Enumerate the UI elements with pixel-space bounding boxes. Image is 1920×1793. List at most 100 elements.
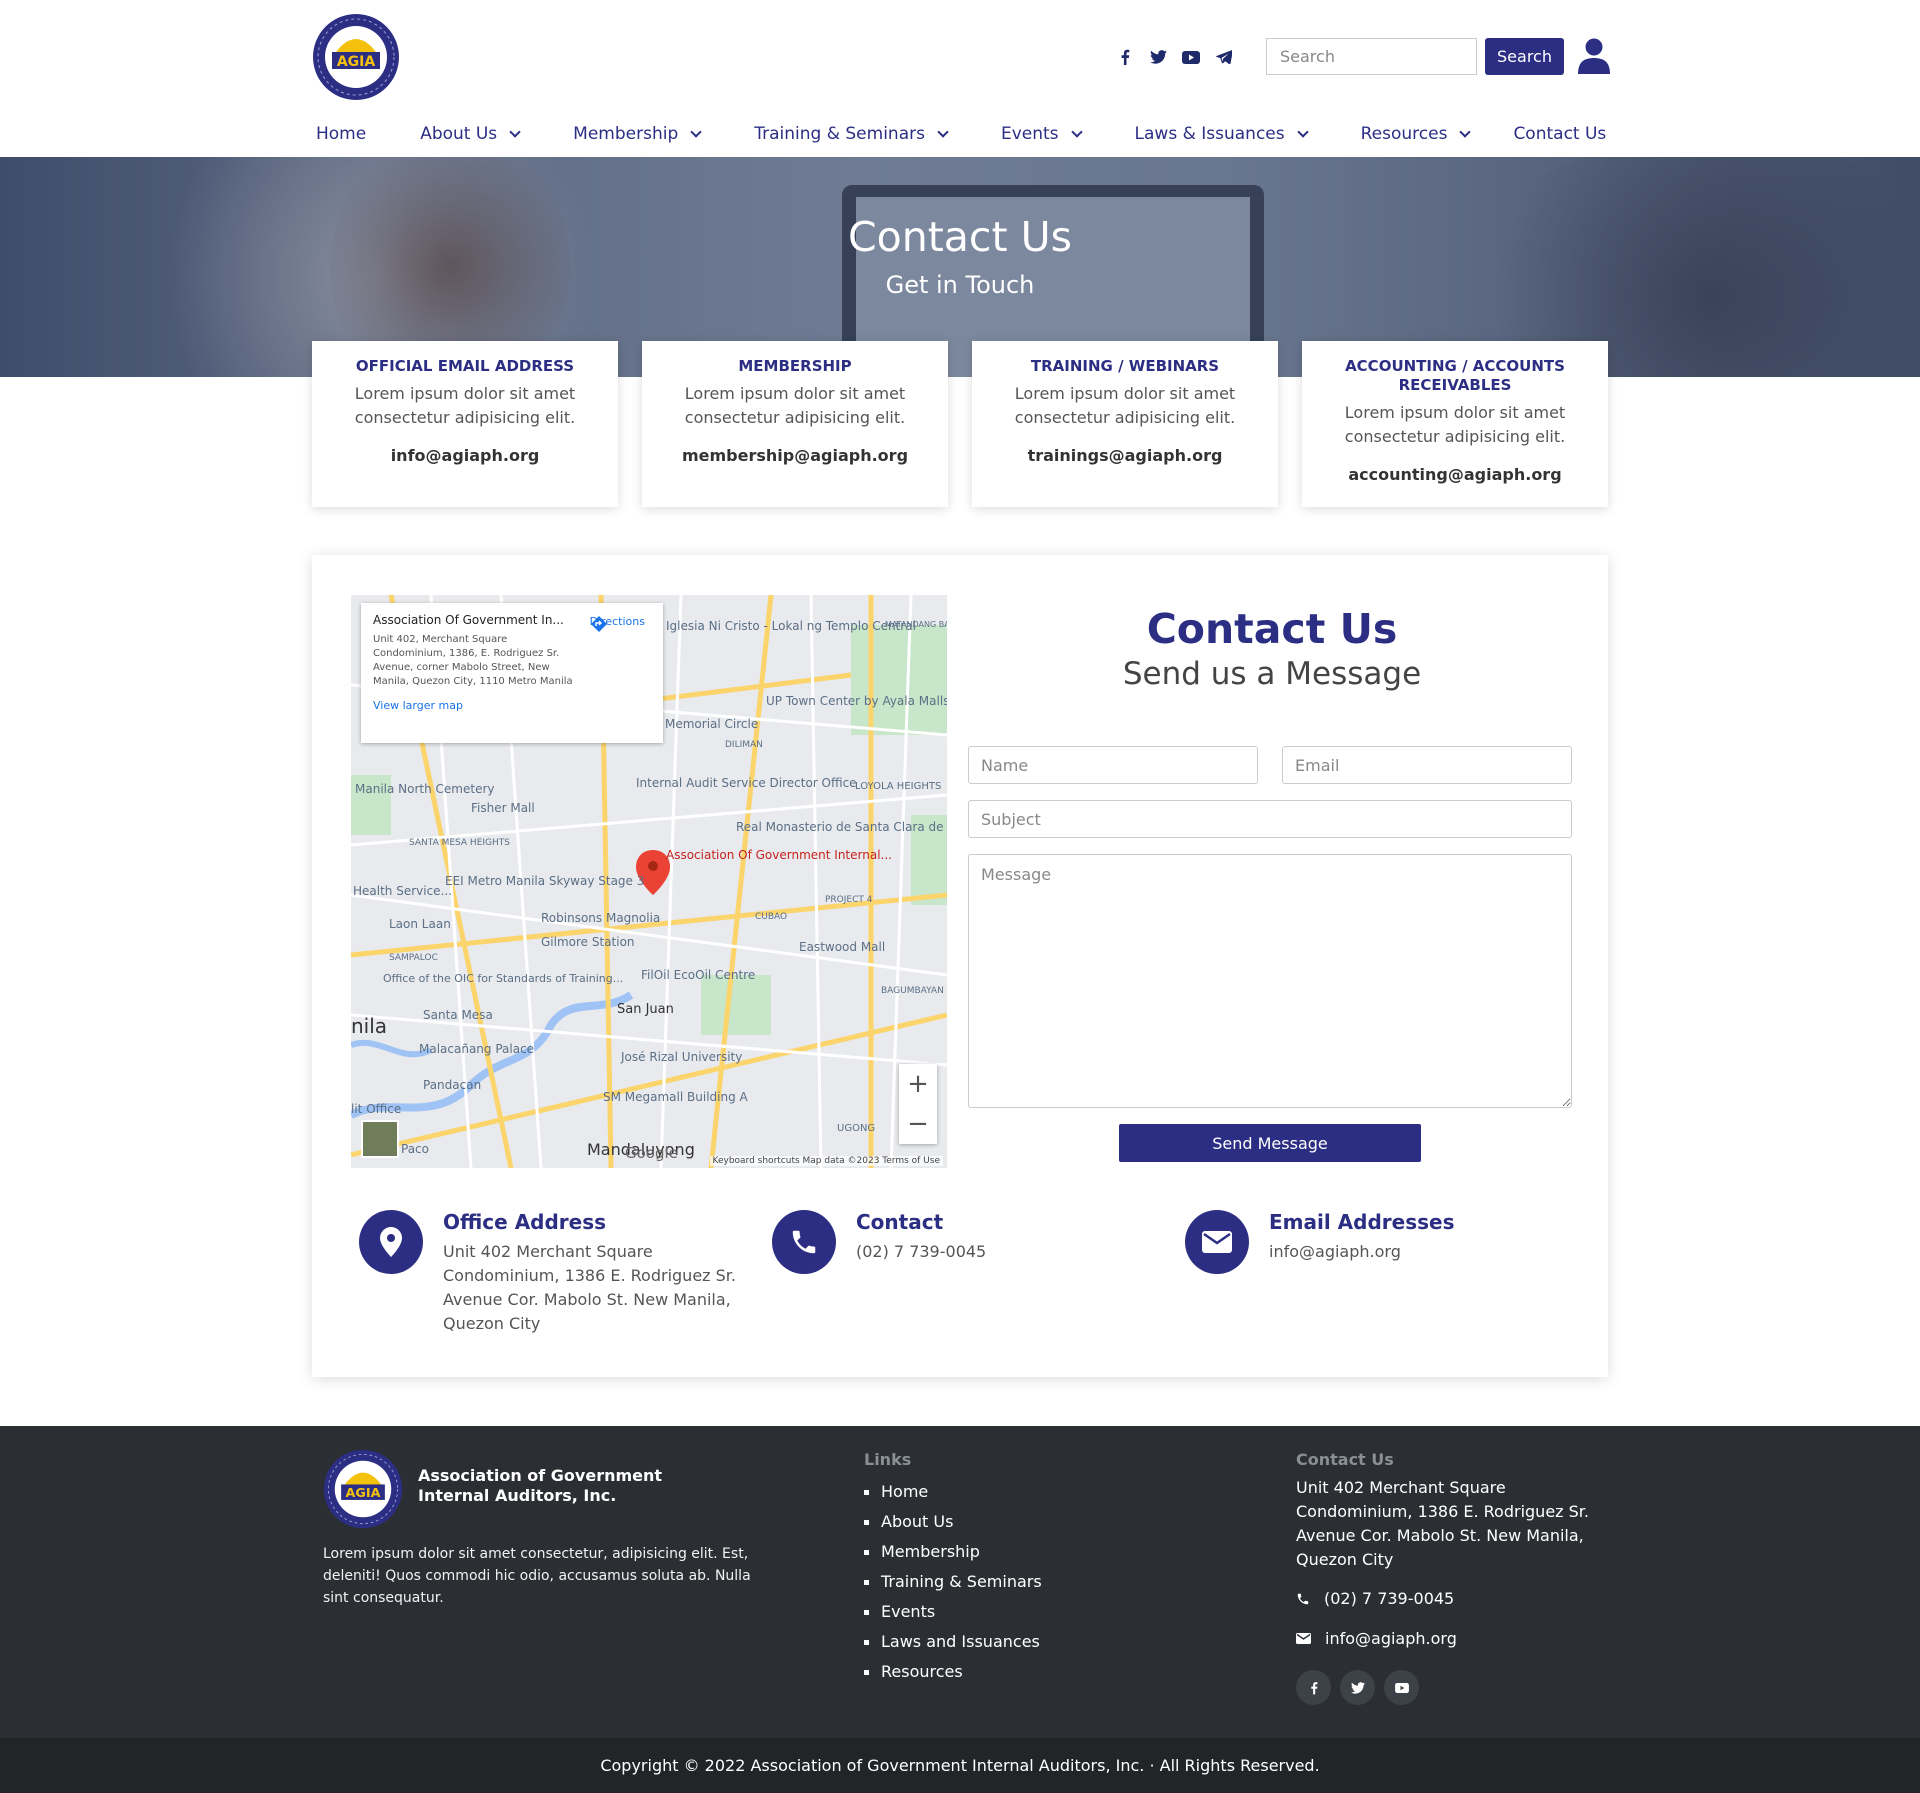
agia-logo[interactable]: AGIA xyxy=(311,12,401,102)
header-social-links xyxy=(1115,47,1234,67)
card-text: Lorem ipsum dolor sit amet consectetur a… xyxy=(354,384,576,427)
hero-title: Contact Us xyxy=(848,213,1072,261)
map-label: Real Monasterio de Santa Clara de Manila xyxy=(736,820,947,834)
map-place-address: Unit 402, Merchant Square Condominium, 1… xyxy=(373,634,573,687)
hero-subtitle: Get in Touch xyxy=(885,271,1035,299)
email-card-training: TRAINING / WEBINARS Lorem ipsum dolor si… xyxy=(972,341,1278,507)
map-label: Laon Laan xyxy=(389,917,451,931)
map-label: Robinsons Magnolia xyxy=(541,911,660,925)
youtube-icon[interactable] xyxy=(1384,1670,1419,1705)
footer-phone-text[interactable]: (02) 7 739-0045 xyxy=(1324,1589,1454,1608)
hero-banner: Contact Us Get in Touch xyxy=(0,157,1920,377)
footer-org-name: Association of Government Internal Audit… xyxy=(418,1466,663,1505)
chevron-down-icon xyxy=(690,125,702,138)
footer-link-membership[interactable]: Membership xyxy=(864,1537,1042,1567)
form-subtitle: Send us a Message xyxy=(1122,656,1422,692)
twitter-icon[interactable] xyxy=(1340,1670,1375,1705)
footer-links-heading: Links xyxy=(864,1450,912,1469)
twitter-icon[interactable] xyxy=(1148,47,1168,67)
card-email-link[interactable]: accounting@agiaph.org xyxy=(1314,465,1596,484)
map-label: PROJECT 4 xyxy=(825,895,873,905)
map-label: nila xyxy=(351,1014,387,1038)
footer-phone: (02) 7 739-0045 xyxy=(1296,1589,1454,1608)
view-larger-map-link[interactable]: View larger map xyxy=(373,699,651,712)
map-label: Santa Mesa xyxy=(423,1008,493,1022)
office-address-text: Unit 402 Merchant Square Condominium, 13… xyxy=(443,1242,736,1333)
card-email-link[interactable]: info@agiaph.org xyxy=(324,446,606,465)
zoom-out-button[interactable]: − xyxy=(899,1104,937,1144)
footer-link-laws[interactable]: Laws and Issuances xyxy=(864,1627,1042,1657)
map-label: SANTA MESA HEIGHTS xyxy=(409,838,510,848)
facebook-icon[interactable] xyxy=(1115,47,1135,67)
map-label: DILIMAN xyxy=(725,740,763,750)
nav-home[interactable]: Home xyxy=(316,124,366,144)
email-addresses-title: Email Addresses xyxy=(1269,1210,1455,1234)
facebook-icon[interactable] xyxy=(1296,1670,1331,1705)
name-field[interactable] xyxy=(968,746,1258,784)
map-label: LOYOLA HEIGHTS xyxy=(855,781,941,792)
telegram-icon[interactable] xyxy=(1214,47,1234,67)
nav-laws-issuances[interactable]: Laws & Issuances xyxy=(1135,124,1309,144)
card-text: Lorem ipsum dolor sit amet consectetur a… xyxy=(1344,403,1566,446)
message-field[interactable] xyxy=(968,854,1572,1108)
footer-contact-heading: Contact Us xyxy=(1296,1450,1394,1469)
card-title: MEMBERSHIP xyxy=(738,357,852,375)
footer-link-about-us[interactable]: About Us xyxy=(864,1507,1042,1537)
footer-link-training[interactable]: Training & Seminars xyxy=(864,1567,1042,1597)
map-attribution: Keyboard shortcuts Map data ©2023 Terms … xyxy=(709,1156,943,1166)
directions-button[interactable]: Directions xyxy=(590,615,645,632)
map-label: Malacañang Palace xyxy=(419,1042,534,1056)
footer-link-home[interactable]: Home xyxy=(864,1477,1042,1507)
nav-contact-us[interactable]: Contact Us xyxy=(1513,124,1606,144)
footer-agia-logo: AGIA xyxy=(323,1449,403,1529)
card-email-link[interactable]: trainings@agiaph.org xyxy=(984,446,1266,465)
card-title: ACCOUNTING / ACCOUNTS RECEIVABLES xyxy=(1345,357,1565,394)
nav-about-us[interactable]: About Us xyxy=(420,124,521,144)
email-card-membership: MEMBERSHIP Lorem ipsum dolor sit amet co… xyxy=(642,341,948,507)
zoom-in-button[interactable]: + xyxy=(899,1064,937,1104)
phone-icon xyxy=(1297,1593,1309,1604)
map-label: CUBAO xyxy=(755,912,787,922)
satellite-toggle[interactable] xyxy=(361,1120,399,1158)
nav-membership[interactable]: Membership xyxy=(573,124,702,144)
nav-events[interactable]: Events xyxy=(1001,124,1083,144)
google-map-embed[interactable]: Manila North Cemetery Fisher Mall Intern… xyxy=(351,595,947,1168)
footer-email-text[interactable]: info@agiaph.org xyxy=(1325,1629,1457,1648)
nav-resources[interactable]: Resources xyxy=(1361,124,1472,144)
footer-social-links xyxy=(1296,1670,1419,1705)
map-label: UGONG xyxy=(837,1123,875,1134)
map-label: José Rizal University xyxy=(620,1050,742,1064)
card-text: Lorem ipsum dolor sit amet consectetur a… xyxy=(684,384,906,427)
contact-phone-text: (02) 7 739-0045 xyxy=(856,1242,987,1261)
card-text: Lorem ipsum dolor sit amet consectetur a… xyxy=(1014,384,1236,427)
map-label: UP Town Center by Ayala Malls xyxy=(766,694,947,708)
youtube-icon[interactable] xyxy=(1181,47,1201,67)
site-footer: AGIA Association of Government Internal … xyxy=(0,1426,1920,1793)
nav-training-seminars[interactable]: Training & Seminars xyxy=(754,124,949,144)
chevron-down-icon xyxy=(1459,125,1472,138)
map-label: FilOil EcoOil Centre xyxy=(641,968,755,982)
send-message-button[interactable]: Send Message xyxy=(1119,1124,1421,1162)
map-zoom-controls: + − xyxy=(899,1064,937,1144)
chevron-down-icon xyxy=(937,125,949,138)
map-label: Internal Audit Service Director Office xyxy=(636,776,857,790)
chevron-down-icon xyxy=(509,125,521,138)
copyright-bar: Copyright © 2022 Association of Governme… xyxy=(0,1738,1920,1793)
map-label: Paco xyxy=(401,1142,429,1156)
subject-field[interactable] xyxy=(968,800,1572,838)
user-account-icon[interactable] xyxy=(1578,38,1610,74)
map-label: SM Megamall Building A xyxy=(603,1090,749,1104)
card-title: OFFICIAL EMAIL ADDRESS xyxy=(355,357,575,375)
card-title: TRAINING / WEBINARS xyxy=(1030,357,1220,375)
chevron-down-icon xyxy=(1296,125,1309,138)
card-email-link[interactable]: membership@agiaph.org xyxy=(654,446,936,465)
footer-link-events[interactable]: Events xyxy=(864,1597,1042,1627)
search-button[interactable]: Search xyxy=(1485,38,1564,75)
map-info-card: Association Of Government In... Unit 402… xyxy=(361,603,663,743)
email-field[interactable] xyxy=(1282,746,1572,784)
google-logo: Google xyxy=(625,1144,678,1162)
footer-link-resources[interactable]: Resources xyxy=(864,1657,1042,1687)
map-label: Eastwood Mall xyxy=(799,940,885,954)
site-header: AGIA Search Home About Us Membership Tra… xyxy=(0,0,1920,157)
search-input[interactable] xyxy=(1266,38,1477,75)
